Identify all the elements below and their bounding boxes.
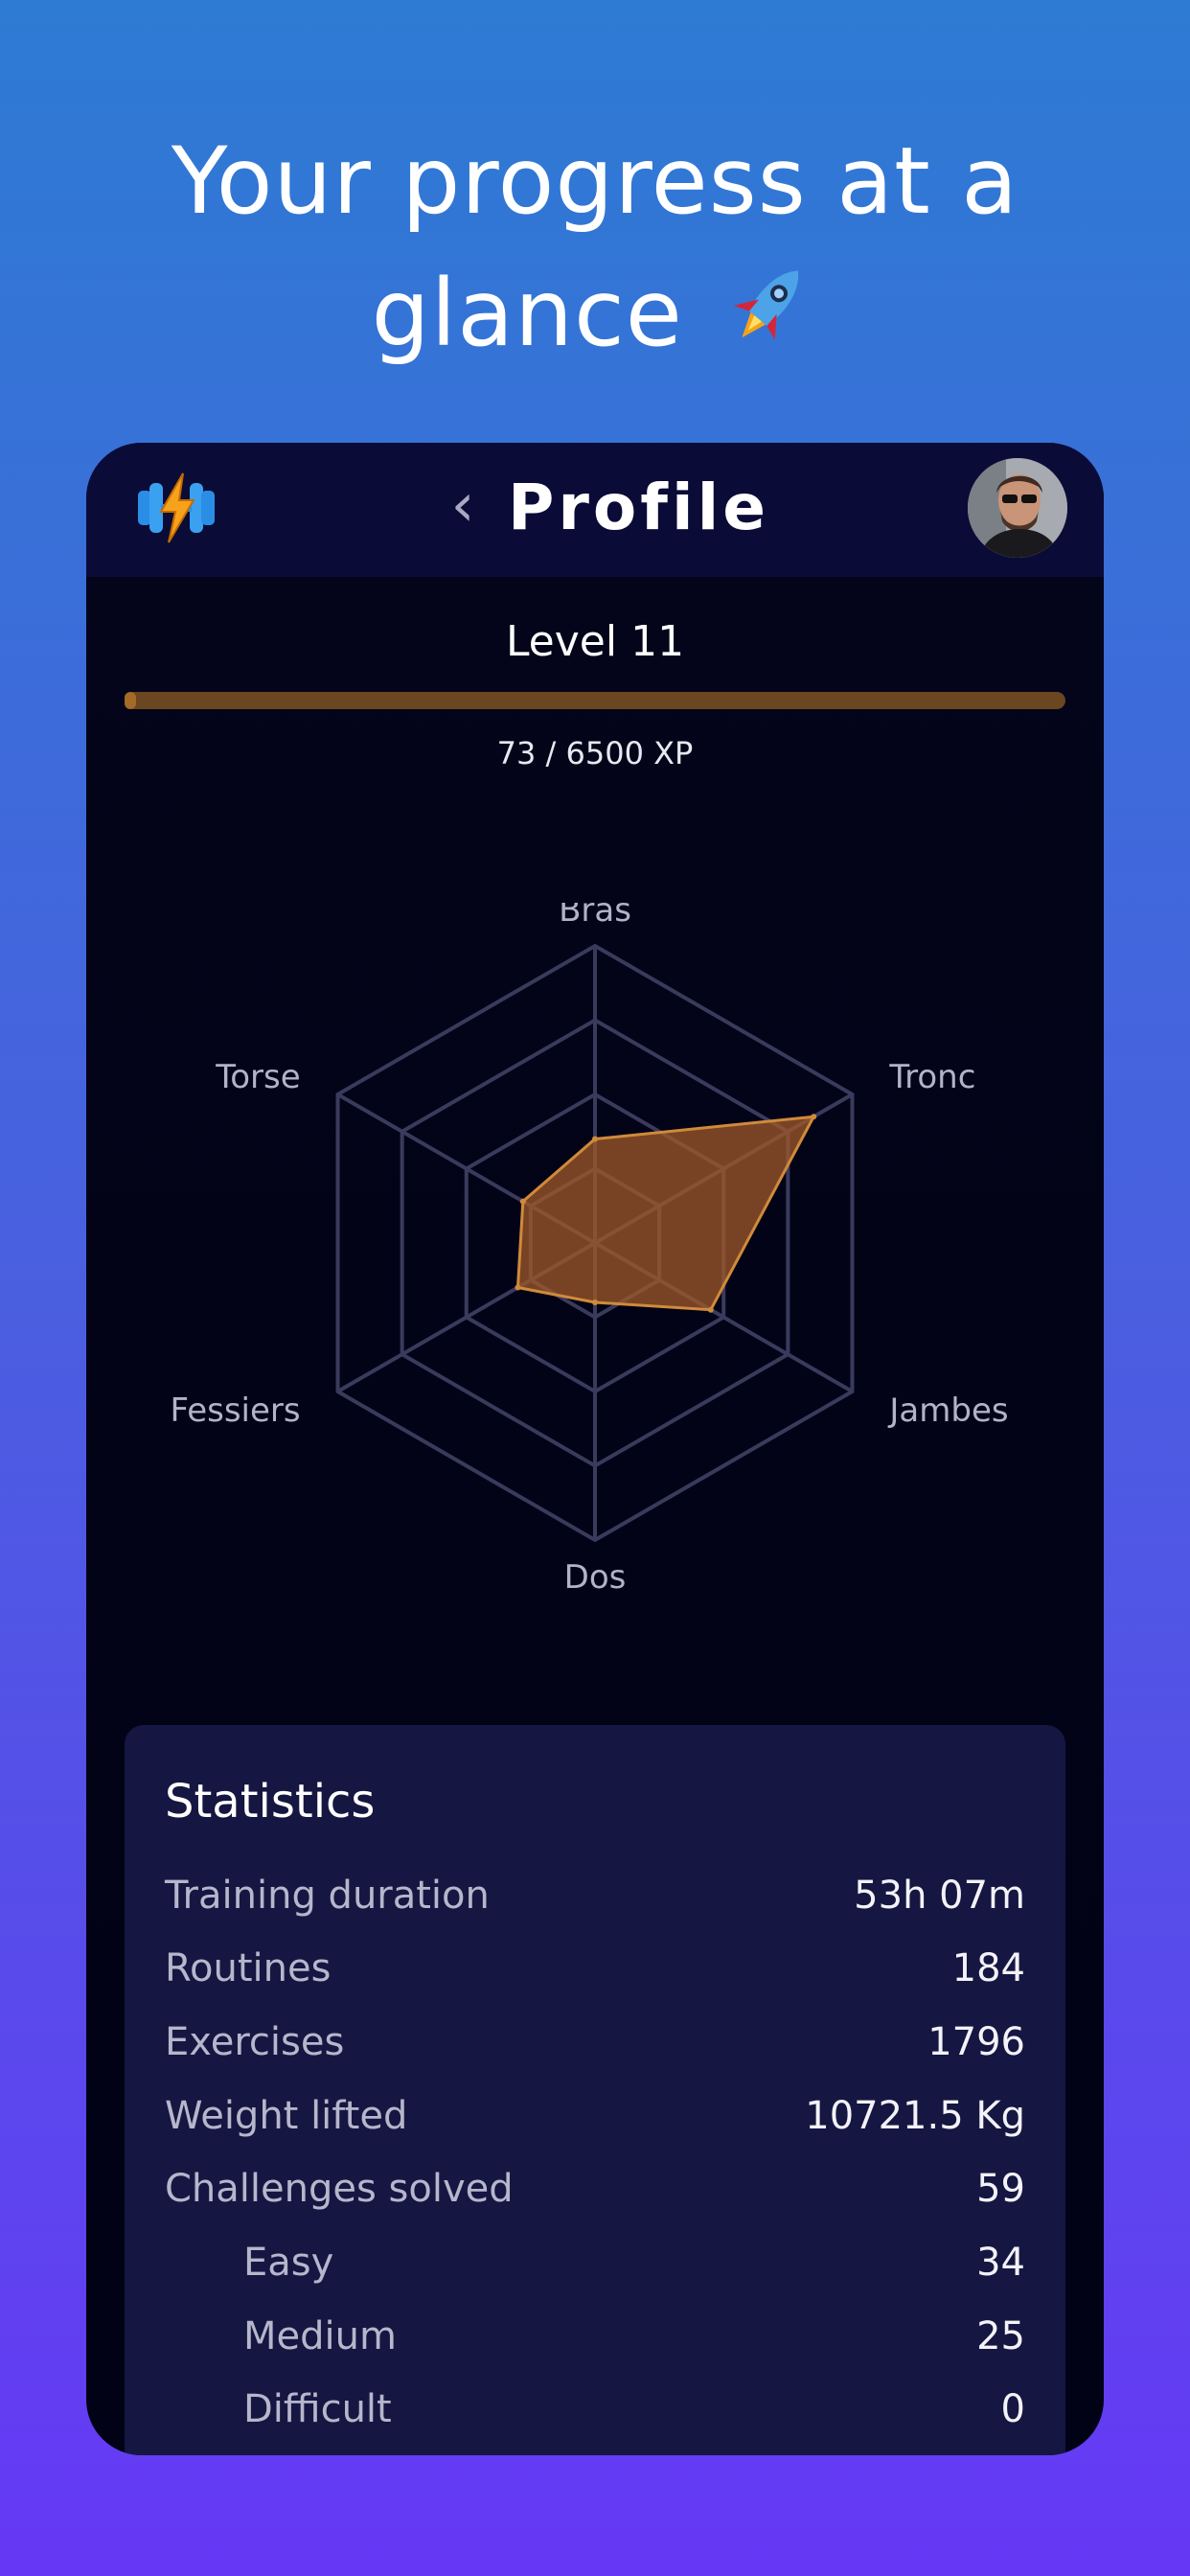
stat-label: Challenges solved <box>165 2167 514 2211</box>
stat-value: 1796 <box>927 2020 1025 2064</box>
radar-axis-label-torse: Torse <box>215 1058 300 1096</box>
stat-row-easy: Easy 34 <box>165 2234 1025 2291</box>
radar-axis-label-jambes: Jambes <box>887 1392 1008 1430</box>
user-avatar[interactable] <box>968 458 1067 558</box>
stat-row-difficult: Difficult 0 <box>165 2380 1025 2438</box>
stat-value: 25 <box>976 2314 1025 2358</box>
stat-row-weight-lifted: Weight lifted 10721.5 Kg <box>165 2087 1025 2145</box>
muscle-radar-chart: Bras Tronc Jambes Dos Fessiers Torse <box>171 903 1009 1593</box>
stat-label: Weight lifted <box>165 2094 408 2138</box>
radar-point-torse <box>519 1198 526 1205</box>
stat-value: 53h 07m <box>854 1874 1025 1918</box>
promo-headline: Your progress at a glance <box>0 115 1190 386</box>
xp-progress-fill <box>125 692 136 709</box>
phone-screen: ‹ Profile Level 11 73 / 6500 XP Bras Tron… <box>86 443 1104 2455</box>
radar-axis-label-tronc: Tronc <box>888 1058 975 1096</box>
radar-axis-label-dos: Dos <box>564 1558 627 1593</box>
radar-point-fessiers <box>515 1284 521 1291</box>
stat-value: 0 <box>1000 2387 1025 2431</box>
stat-row-medium: Medium 25 <box>165 2308 1025 2365</box>
stat-row-exercises: Exercises 1796 <box>165 2013 1025 2071</box>
rocket-icon <box>722 254 818 386</box>
stat-label: Routines <box>165 1946 332 1990</box>
headline-line-1: Your progress at a <box>171 127 1019 235</box>
stat-value: 34 <box>976 2241 1025 2285</box>
headline-line-2: glance <box>0 247 1190 386</box>
stat-row-training-duration: Training duration 53h 07m <box>165 1867 1025 1924</box>
stat-value: 184 <box>951 1946 1025 1990</box>
statistics-card: Statistics Training duration 53h 07m Rou… <box>125 1725 1065 2455</box>
stat-row-routines: Routines 184 <box>165 1940 1025 1997</box>
radar-axis-label-fessiers: Fessiers <box>171 1392 301 1430</box>
radar-point-jambes <box>707 1306 714 1313</box>
xp-progress-bar <box>125 692 1065 709</box>
stat-label: Exercises <box>165 2020 345 2064</box>
level-label: Level 11 <box>505 617 685 666</box>
stat-row-challenges-solved: Challenges solved 59 <box>165 2160 1025 2218</box>
statistics-title: Statistics <box>165 1775 376 1828</box>
dumbbell-lightning-icon[interactable] <box>130 470 222 546</box>
radar-axis-label-bras: Bras <box>559 903 631 930</box>
xp-text: 73 / 6500 XP <box>496 735 694 771</box>
radar-point-bras <box>592 1136 598 1142</box>
stat-label: Difficult <box>243 2387 392 2431</box>
stat-label: Easy <box>243 2241 334 2285</box>
radar-data-area <box>515 1115 816 1312</box>
radar-point-tronc <box>811 1114 817 1120</box>
radar-point-dos <box>592 1300 598 1305</box>
stat-label: Medium <box>243 2314 397 2358</box>
stat-value: 59 <box>976 2167 1025 2211</box>
chevron-left-icon[interactable]: ‹ <box>439 472 487 539</box>
stat-value: 10721.5 Kg <box>805 2094 1025 2138</box>
stat-label: Training duration <box>165 1874 490 1918</box>
page-title: Profile <box>508 471 769 544</box>
top-bar: ‹ Profile <box>86 443 1104 577</box>
